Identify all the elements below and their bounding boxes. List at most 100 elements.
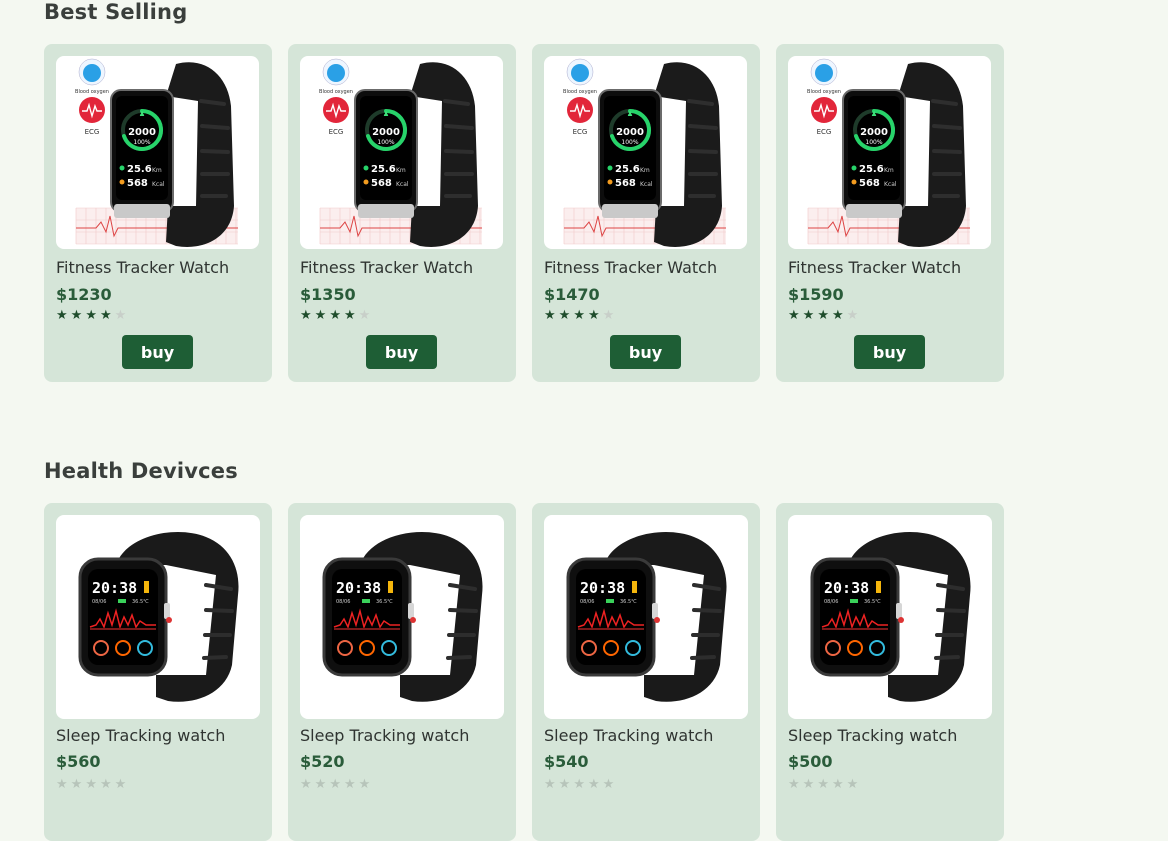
- svg-text:♟: ♟: [139, 110, 145, 118]
- star-icon: ★: [602, 777, 618, 792]
- svg-text:100%: 100%: [865, 139, 882, 146]
- star-icon: ★: [70, 308, 86, 323]
- product-image[interactable]: 20:38 08/06 36.5℃: [788, 515, 992, 719]
- product-image[interactable]: 20:38 08/06 36.5℃: [300, 515, 504, 719]
- product-image[interactable]: ♟ 2000 100% 25.6 Km 568 Kcal Blood oxyge…: [56, 56, 259, 249]
- svg-text:Blood oxygen: Blood oxygen: [563, 89, 597, 95]
- product-name[interactable]: Sleep Tracking watch: [300, 726, 469, 745]
- svg-text:Blood oxygen: Blood oxygen: [75, 89, 109, 95]
- svg-text:25.6: 25.6: [127, 164, 152, 175]
- svg-text:568: 568: [615, 178, 636, 189]
- product-price: $1470: [544, 285, 600, 304]
- star-icon: ★: [99, 777, 115, 792]
- best-selling-row: ♟ 2000 100% 25.6 Km 568 Kcal Blood oxyge…: [44, 44, 1004, 382]
- sleep-tracking-watch-illustration: 20:38 08/06 36.5℃: [78, 532, 239, 702]
- product-card: ♟ 2000 100% 25.6 Km 568 Kcal Blood oxyge…: [44, 44, 272, 382]
- product-name[interactable]: Sleep Tracking watch: [56, 726, 225, 745]
- star-icon: ★: [358, 308, 374, 323]
- star-icon: ★: [558, 777, 574, 792]
- svg-text:36.5℃: 36.5℃: [132, 599, 149, 605]
- star-icon: ★: [314, 777, 330, 792]
- svg-text:08/06: 08/06: [92, 599, 106, 605]
- svg-text:100%: 100%: [621, 139, 638, 146]
- svg-text:2000: 2000: [372, 127, 400, 138]
- star-icon: ★: [802, 777, 818, 792]
- product-price: $1350: [300, 285, 356, 304]
- section-title-best-selling: Best Selling: [44, 0, 188, 24]
- star-icon: ★: [573, 308, 588, 323]
- svg-text:Km: Km: [152, 167, 162, 174]
- svg-text:ECG: ECG: [85, 128, 100, 136]
- svg-text:Blood oxygen: Blood oxygen: [807, 89, 841, 95]
- product-image[interactable]: 20:38 08/06 36.5℃: [544, 515, 748, 719]
- star-icon: ★: [831, 308, 847, 323]
- star-icon: ★: [587, 308, 603, 323]
- svg-text:2000: 2000: [860, 127, 888, 138]
- fitness-tracker-watch-illustration: ♟ 2000 100% 25.6 Km 568 Kcal Blood oxyge…: [75, 58, 238, 247]
- star-icon: ★: [85, 308, 100, 323]
- svg-text:568: 568: [371, 178, 392, 189]
- product-name[interactable]: Fitness Tracker Watch: [544, 258, 717, 277]
- health-devices-row: 20:38 08/06 36.5℃ Sleep Tracking watch $…: [44, 503, 1004, 841]
- svg-text:ECG: ECG: [573, 128, 588, 136]
- svg-text:100%: 100%: [133, 139, 150, 146]
- product-price: $500: [788, 752, 833, 771]
- star-icon: ★: [831, 777, 847, 792]
- product-card: 20:38 08/06 36.5℃ Sleep Tracking watch $…: [532, 503, 760, 841]
- svg-text:08/06: 08/06: [824, 599, 838, 605]
- star-icon: ★: [602, 308, 618, 323]
- product-price: $540: [544, 752, 589, 771]
- product-name[interactable]: Fitness Tracker Watch: [56, 258, 229, 277]
- star-icon: ★: [343, 308, 359, 323]
- sleep-tracking-watch-illustration: 20:38 08/06 36.5℃: [566, 532, 727, 702]
- fitness-tracker-watch-illustration: ♟ 2000 100% 25.6 Km 568 Kcal Blood oxyge…: [319, 58, 482, 247]
- buy-button[interactable]: buy: [122, 335, 193, 369]
- svg-text:Kcal: Kcal: [396, 181, 409, 188]
- product-card: ♟ 2000 100% 25.6 Km 568 Kcal Blood oxyge…: [288, 44, 516, 382]
- star-icon: ★: [846, 777, 862, 792]
- product-name[interactable]: Sleep Tracking watch: [788, 726, 957, 745]
- product-image[interactable]: ♟ 2000 100% 25.6 Km 568 Kcal Blood oxyge…: [300, 56, 503, 249]
- product-price: $560: [56, 752, 101, 771]
- svg-text:Km: Km: [884, 167, 894, 174]
- rating-stars: ★★★★★: [788, 777, 861, 792]
- sleep-tracking-watch-illustration: 20:38 08/06 36.5℃: [322, 532, 483, 702]
- star-icon: ★: [788, 308, 803, 323]
- buy-button[interactable]: buy: [854, 335, 925, 369]
- star-icon: ★: [99, 308, 115, 323]
- svg-text:20:38: 20:38: [824, 579, 869, 597]
- star-icon: ★: [56, 777, 71, 792]
- section-title-health-devices: Health Devivces: [44, 459, 238, 483]
- product-image[interactable]: 20:38 08/06 36.5℃: [56, 515, 260, 719]
- star-icon: ★: [846, 308, 862, 323]
- svg-text:Kcal: Kcal: [152, 181, 165, 188]
- fitness-tracker-watch-illustration: ♟ 2000 100% 25.6 Km 568 Kcal Blood oxyge…: [563, 58, 726, 247]
- product-name[interactable]: Fitness Tracker Watch: [300, 258, 473, 277]
- svg-text:36.5℃: 36.5℃: [864, 599, 881, 605]
- svg-text:568: 568: [127, 178, 148, 189]
- product-price: $1590: [788, 285, 844, 304]
- svg-text:Kcal: Kcal: [884, 181, 897, 188]
- star-icon: ★: [85, 777, 100, 792]
- star-icon: ★: [544, 308, 559, 323]
- star-icon: ★: [343, 777, 359, 792]
- svg-text:2000: 2000: [128, 127, 156, 138]
- svg-text:36.5℃: 36.5℃: [376, 599, 393, 605]
- svg-text:100%: 100%: [377, 139, 394, 146]
- svg-text:♟: ♟: [871, 110, 877, 118]
- product-name[interactable]: Sleep Tracking watch: [544, 726, 713, 745]
- svg-text:568: 568: [859, 178, 880, 189]
- buy-button[interactable]: buy: [366, 335, 437, 369]
- star-icon: ★: [114, 308, 130, 323]
- svg-text:25.6: 25.6: [859, 164, 884, 175]
- svg-text:20:38: 20:38: [580, 579, 625, 597]
- svg-text:ECG: ECG: [817, 128, 832, 136]
- rating-stars: ★★★★★: [544, 308, 617, 323]
- buy-button[interactable]: buy: [610, 335, 681, 369]
- product-image[interactable]: ♟ 2000 100% 25.6 Km 568 Kcal Blood oxyge…: [788, 56, 991, 249]
- svg-text:25.6: 25.6: [615, 164, 640, 175]
- product-image[interactable]: ♟ 2000 100% 25.6 Km 568 Kcal Blood oxyge…: [544, 56, 747, 249]
- fitness-tracker-watch-illustration: ♟ 2000 100% 25.6 Km 568 Kcal Blood oxyge…: [807, 58, 970, 247]
- product-name[interactable]: Fitness Tracker Watch: [788, 258, 961, 277]
- svg-text:20:38: 20:38: [336, 579, 381, 597]
